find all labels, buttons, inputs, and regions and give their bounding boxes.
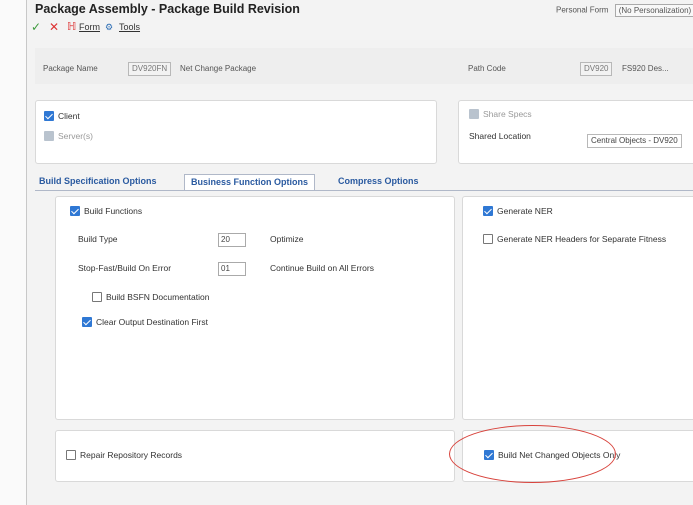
repair-repository-checkbox[interactable] <box>66 450 76 460</box>
regen-nser-checkbox[interactable] <box>483 234 493 244</box>
tools-gear-icon[interactable]: ⚙ <box>105 22 113 33</box>
repair-repository-row[interactable]: Repair Repository Records <box>66 450 182 460</box>
stop-build-input-wrap: 01 <box>218 262 246 276</box>
shared-location-input[interactable]: Central Objects - DV920 <box>587 134 682 148</box>
build-type-input-wrap: 20 <box>218 233 246 247</box>
client-checkbox-row[interactable]: Client <box>44 111 80 121</box>
share-specs-panel: Share Specs Shared Location Central Obje… <box>458 100 693 164</box>
shared-location-label: Shared Location <box>469 131 531 141</box>
tab-business-function-options[interactable]: Business Function Options <box>184 174 316 190</box>
generate-ner-row[interactable]: Generate NER <box>483 206 553 216</box>
highlight-annotation-circle <box>449 425 616 483</box>
clear-output-row[interactable]: Clear Output Destination First <box>82 317 208 327</box>
ok-check-icon[interactable]: ✓ <box>31 20 41 34</box>
cancel-x-icon[interactable]: ✕ <box>49 20 59 34</box>
servers-label: Server(s) <box>58 131 93 141</box>
tools-menu[interactable]: Tools <box>119 22 140 32</box>
build-functions-checkbox[interactable] <box>70 206 80 216</box>
stop-build-description: Continue Build on All Errors <box>270 263 374 273</box>
build-functions-panel: Build Functions Build Type 20 Optimize S… <box>55 196 455 420</box>
form-menu[interactable]: Form <box>79 22 100 32</box>
regen-nser-label: Generate NER Headers for Separate Fitnes… <box>497 234 667 244</box>
client-checkbox[interactable] <box>44 111 54 121</box>
share-specs-checkbox[interactable] <box>469 109 479 119</box>
stop-build-label: Stop-Fast/Build On Error <box>78 263 172 273</box>
bsfn-documentation-row[interactable]: Build BSFN Documentation <box>92 292 209 302</box>
regen-nser-row[interactable]: Generate NER Headers for Separate Fitnes… <box>483 234 666 244</box>
servers-checkbox-row[interactable]: Server(s) <box>44 131 93 141</box>
ner-panel: Generate NER Generate NER Headers for Se… <box>462 196 693 420</box>
toolbar: ✓ ✕ ℍ Form ⚙ Tools <box>27 20 693 38</box>
stop-build-input[interactable]: 01 <box>218 262 246 276</box>
repair-panel: Repair Repository Records <box>55 430 455 482</box>
tab-compress-options[interactable]: Compress Options <box>338 176 419 186</box>
bsfn-documentation-checkbox[interactable] <box>92 292 102 302</box>
package-build-window: Package Assembly - Package Build Revisio… <box>26 0 693 505</box>
build-type-description: Optimize <box>270 234 304 244</box>
package-description: Net Change Package <box>180 64 257 73</box>
package-name-label: Package Name <box>43 64 98 73</box>
tab-divider <box>35 190 693 191</box>
path-code-label: Path Code <box>468 64 506 73</box>
build-functions-row[interactable]: Build Functions <box>70 206 142 216</box>
clear-output-checkbox[interactable] <box>82 317 92 327</box>
header-fields: Package Name DV920FN Net Change Package … <box>35 48 693 84</box>
build-type-input[interactable]: 20 <box>218 233 246 247</box>
share-specs-label: Share Specs <box>483 109 532 119</box>
generate-ner-label: Generate NER <box>497 206 553 216</box>
client-label: Client <box>58 111 80 121</box>
package-name-input[interactable]: DV920FN <box>128 62 172 76</box>
bsfn-documentation-label: Build BSFN Documentation <box>106 292 210 302</box>
clear-output-label: Clear Output Destination First <box>96 317 208 327</box>
generate-ner-checkbox[interactable] <box>483 206 493 216</box>
build-scope-panel: Client Server(s) <box>35 100 437 164</box>
shared-location-row: Shared Location <box>469 131 531 141</box>
personal-form-label: Personal Form <box>556 5 609 15</box>
personal-form-select[interactable]: (No Personalization) <box>614 4 693 17</box>
left-strip <box>0 0 26 505</box>
share-specs-row[interactable]: Share Specs <box>469 109 532 119</box>
window-title: Package Assembly - Package Build Revisio… <box>35 2 300 16</box>
repair-repository-label: Repair Repository Records <box>80 450 183 460</box>
path-code-input[interactable]: DV920 <box>580 62 613 76</box>
personal-form: Personal Form (No Personalization) <box>556 4 693 17</box>
build-type-label: Build Type <box>78 234 118 244</box>
build-functions-label: Build Functions <box>84 206 143 216</box>
build-icon[interactable]: ℍ <box>67 20 76 33</box>
servers-checkbox[interactable] <box>44 131 54 141</box>
path-code-description: FS920 Des... <box>622 64 669 73</box>
tab-build-specification-options[interactable]: Build Specification Options <box>39 176 157 186</box>
